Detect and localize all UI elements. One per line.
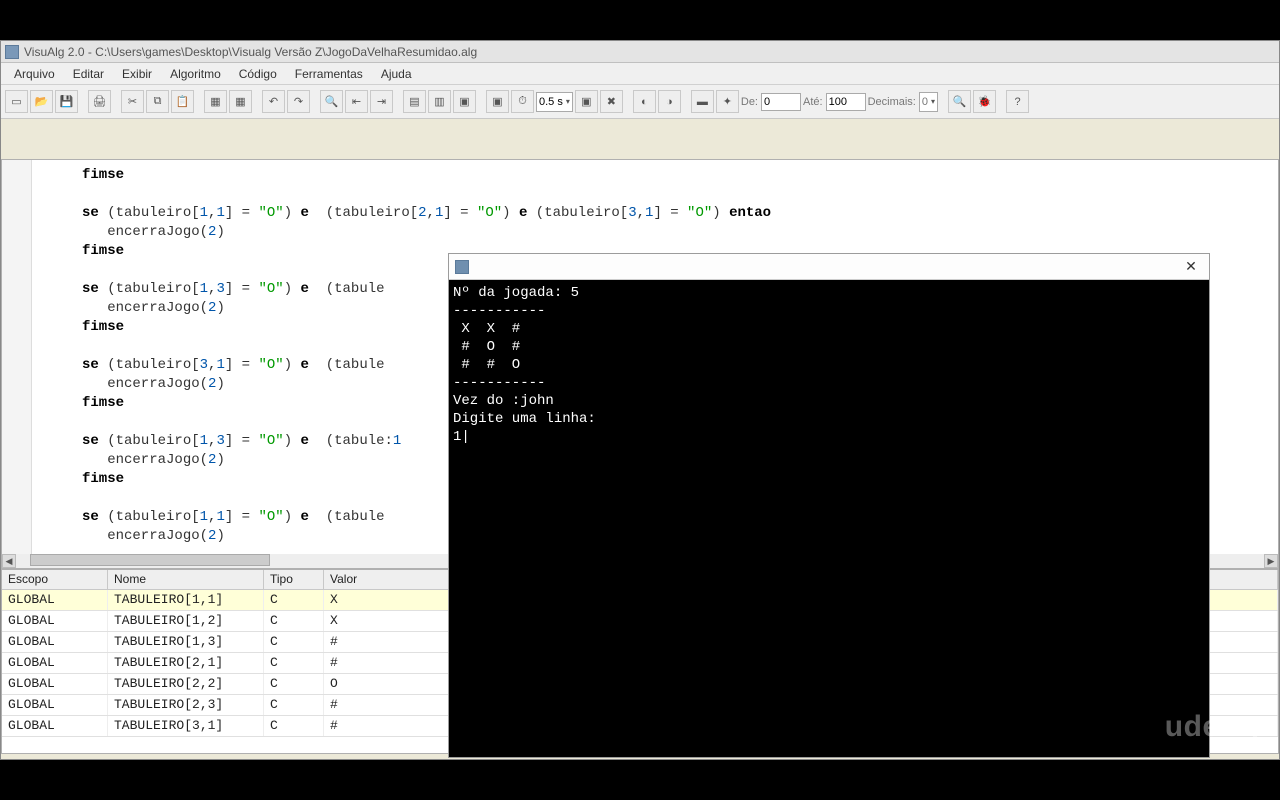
titlebar[interactable]: VisuAlg 2.0 - C:\Users\games\Desktop\Vis… [1,41,1279,63]
ate-input[interactable] [826,93,866,111]
cell-tipo: C [264,674,324,694]
cell-tipo: C [264,653,324,673]
console-icon [455,260,469,274]
menubar: Arquivo Editar Exibir Algoritmo Código F… [1,63,1279,85]
cell-nome: TABULEIRO[1,1] [108,590,264,610]
tool-icon[interactable]: ▦ [229,90,252,113]
dec-select[interactable]: 0▾ [919,92,938,112]
close-icon[interactable]: ✕ [1179,258,1203,276]
cell-tipo: C [264,695,324,715]
tool-icon[interactable]: 🐞 [973,90,996,113]
de-field: De: [741,93,801,111]
console-output[interactable]: Nº da jogada: 5 ----------- X X # # O # … [449,280,1209,757]
menu-codigo[interactable]: Código [230,65,286,83]
timer-select[interactable]: 0.5 s▾ [536,92,573,112]
indent-icon[interactable]: ⇥ [370,90,393,113]
cell-nome: TABULEIRO[1,2] [108,611,264,631]
cell-nome: TABULEIRO[2,2] [108,674,264,694]
scroll-right-icon[interactable]: ▶ [1264,554,1278,568]
console-icon[interactable]: ▬ [691,90,714,113]
cell-escopo: GLOBAL [2,611,108,631]
col-tipo[interactable]: Tipo [264,570,324,589]
ate-field: Até: [803,93,866,111]
tool-icon[interactable]: ▦ [204,90,227,113]
undo-icon[interactable]: ↶ [262,90,285,113]
cell-escopo: GLOBAL [2,674,108,694]
cell-escopo: GLOBAL [2,653,108,673]
de-input[interactable] [761,93,801,111]
menu-ajuda[interactable]: Ajuda [372,65,421,83]
tool-icon[interactable]: ▤ [403,90,426,113]
menu-arquivo[interactable]: Arquivo [5,65,64,83]
print-icon[interactable]: 🖨 [88,90,111,113]
scroll-left-icon[interactable]: ◀ [2,554,16,568]
clock-icon[interactable]: ⏱ [511,90,534,113]
toolbar: ▭ 📂 💾 🖨 ✂ ⧉ 📋 ▦ ▦ ↶ ↷ 🔍 ⇤ ⇥ ▤ ▥ ▣ ▣ ⏱ 0.… [1,85,1279,119]
cell-escopo: GLOBAL [2,695,108,715]
window-title: VisuAlg 2.0 - C:\Users\games\Desktop\Vis… [24,45,477,59]
redo-icon[interactable]: ↷ [287,90,310,113]
console-titlebar[interactable]: ✕ [449,254,1209,280]
find-icon[interactable]: 🔍 [320,90,343,113]
menu-editar[interactable]: Editar [64,65,113,83]
cell-tipo: C [264,716,324,736]
col-escopo[interactable]: Escopo [2,570,108,589]
app-icon [5,45,19,59]
cell-tipo: C [264,611,324,631]
cell-escopo: GLOBAL [2,716,108,736]
tool-icon[interactable]: ▣ [575,90,598,113]
save-icon[interactable]: 💾 [55,90,78,113]
tool-icon[interactable]: ▣ [453,90,476,113]
copy-icon[interactable]: ⧉ [146,90,169,113]
tool-icon[interactable]: ◑ [658,90,681,113]
tool-icon[interactable]: ✦ [716,90,739,113]
menu-exibir[interactable]: Exibir [113,65,161,83]
cell-nome: TABULEIRO[2,1] [108,653,264,673]
new-icon[interactable]: ▭ [5,90,28,113]
paste-icon[interactable]: 📋 [171,90,194,113]
help-icon[interactable]: ? [1006,90,1029,113]
cell-nome: TABULEIRO[3,1] [108,716,264,736]
tool-icon[interactable]: ▣ [486,90,509,113]
tool-icon[interactable]: 🔍 [948,90,971,113]
cell-nome: TABULEIRO[2,3] [108,695,264,715]
watermark: udemy [1165,710,1264,744]
tool-icon[interactable]: ▥ [428,90,451,113]
tool-icon[interactable]: ◐ [633,90,656,113]
col-nome[interactable]: Nome [108,570,264,589]
cell-tipo: C [264,632,324,652]
open-icon[interactable]: 📂 [30,90,53,113]
menu-ferramentas[interactable]: Ferramentas [286,65,372,83]
tool-icon[interactable]: ✖ [600,90,623,113]
menu-algoritmo[interactable]: Algoritmo [161,65,230,83]
cut-icon[interactable]: ✂ [121,90,144,113]
console-window[interactable]: ✕ Nº da jogada: 5 ----------- X X # # O … [448,253,1210,758]
gutter [2,160,32,568]
outdent-icon[interactable]: ⇤ [345,90,368,113]
scroll-thumb[interactable] [30,554,270,566]
cell-escopo: GLOBAL [2,590,108,610]
cell-nome: TABULEIRO[1,3] [108,632,264,652]
dec-field: Decimais: 0▾ [868,92,938,112]
cell-escopo: GLOBAL [2,632,108,652]
cell-tipo: C [264,590,324,610]
